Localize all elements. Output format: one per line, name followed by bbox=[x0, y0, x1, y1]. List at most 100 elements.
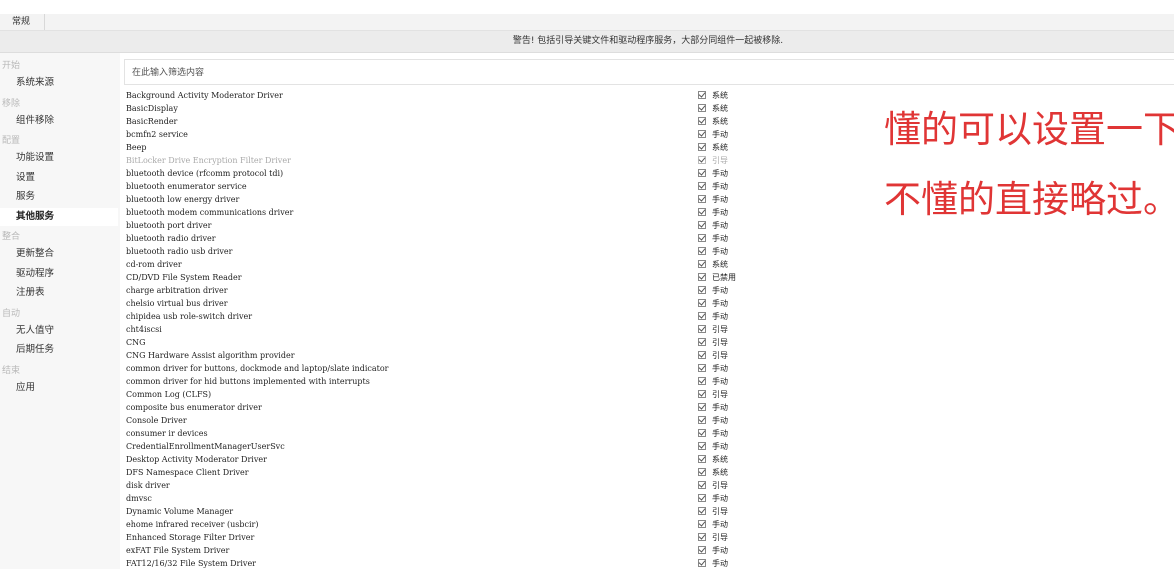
checkbox-checked-icon[interactable] bbox=[698, 442, 706, 450]
service-row[interactable]: Enhanced Storage Filter Driver 引导 bbox=[124, 531, 764, 544]
service-status[interactable]: 手动 bbox=[698, 245, 728, 258]
service-status[interactable]: 手动 bbox=[698, 206, 728, 219]
service-row[interactable]: exFAT File System Driver 手动 bbox=[124, 544, 764, 557]
sidebar-item[interactable]: 设置 bbox=[0, 169, 118, 187]
service-row[interactable]: bluetooth port driver 手动 bbox=[124, 219, 764, 232]
service-status[interactable]: 手动 bbox=[698, 375, 728, 388]
service-row[interactable]: bcmfn2 service 手动 bbox=[124, 128, 764, 141]
checkbox-checked-icon[interactable] bbox=[698, 546, 706, 554]
service-status[interactable]: 系统 bbox=[698, 102, 728, 115]
service-status[interactable]: 手动 bbox=[698, 557, 728, 570]
service-row[interactable]: bluetooth enumerator service 手动 bbox=[124, 180, 764, 193]
checkbox-checked-icon[interactable] bbox=[698, 247, 706, 255]
sidebar-item[interactable]: 更新整合 bbox=[0, 245, 118, 263]
tab-general[interactable]: 常规 bbox=[0, 14, 46, 30]
service-row[interactable]: DFS Namespace Client Driver 系统 bbox=[124, 466, 764, 479]
checkbox-checked-icon[interactable] bbox=[698, 377, 706, 385]
checkbox-checked-icon[interactable] bbox=[698, 221, 706, 229]
service-status[interactable]: 引导 bbox=[698, 323, 728, 336]
service-row[interactable]: chipidea usb role-switch driver 手动 bbox=[124, 310, 764, 323]
checkbox-checked-icon[interactable] bbox=[698, 143, 706, 151]
service-row[interactable]: CNG Hardware Assist algorithm provider 引导 bbox=[124, 349, 764, 362]
service-status[interactable]: 手动 bbox=[698, 219, 728, 232]
checkbox-checked-icon[interactable] bbox=[698, 533, 706, 541]
service-status[interactable]: 手动 bbox=[698, 427, 728, 440]
service-status[interactable]: 手动 bbox=[698, 232, 728, 245]
sidebar-item[interactable]: 其他服务 bbox=[0, 207, 118, 226]
service-status[interactable]: 手动 bbox=[698, 297, 728, 310]
checkbox-checked-icon[interactable] bbox=[698, 312, 706, 320]
service-row[interactable]: CNG 引导 bbox=[124, 336, 764, 349]
checkbox-checked-icon[interactable] bbox=[698, 559, 706, 567]
service-row[interactable]: dmvsc 手动 bbox=[124, 492, 764, 505]
checkbox-checked-icon[interactable] bbox=[698, 403, 706, 411]
checkbox-checked-icon[interactable] bbox=[698, 130, 706, 138]
service-status[interactable]: 引导 bbox=[698, 479, 728, 492]
service-status[interactable]: 引导 bbox=[698, 154, 728, 167]
service-row[interactable]: bluetooth radio usb driver 手动 bbox=[124, 245, 764, 258]
sidebar-item[interactable]: 驱动程序 bbox=[0, 265, 118, 283]
service-row[interactable]: bluetooth modem communications driver 手动 bbox=[124, 206, 764, 219]
service-status[interactable]: 手动 bbox=[698, 284, 728, 297]
service-row[interactable]: cd-rom driver 系统 bbox=[124, 258, 764, 271]
filter-box[interactable] bbox=[124, 59, 1174, 86]
filter-input[interactable] bbox=[130, 60, 734, 86]
checkbox-checked-icon[interactable] bbox=[698, 286, 706, 294]
service-row[interactable]: bluetooth radio driver 手动 bbox=[124, 232, 764, 245]
service-row[interactable]: BasicRender 系统 bbox=[124, 115, 764, 128]
service-status[interactable]: 系统 bbox=[698, 141, 728, 154]
service-status[interactable]: 系统 bbox=[698, 453, 728, 466]
checkbox-checked-icon[interactable] bbox=[698, 104, 706, 112]
checkbox-checked-icon[interactable] bbox=[698, 351, 706, 359]
service-row[interactable]: Beep 系统 bbox=[124, 141, 764, 154]
service-status[interactable]: 手动 bbox=[698, 440, 728, 453]
checkbox-checked-icon[interactable] bbox=[698, 364, 706, 372]
checkbox-checked-icon[interactable] bbox=[698, 429, 706, 437]
service-row[interactable]: disk driver 引导 bbox=[124, 479, 764, 492]
service-status[interactable]: 系统 bbox=[698, 115, 728, 128]
service-row[interactable]: charge arbitration driver 手动 bbox=[124, 284, 764, 297]
service-status[interactable]: 引导 bbox=[698, 505, 728, 518]
sidebar-item[interactable]: 后期任务 bbox=[0, 341, 118, 359]
service-status[interactable]: 已禁用 bbox=[698, 271, 736, 284]
service-status[interactable]: 引导 bbox=[698, 388, 728, 401]
sidebar-item[interactable]: 组件移除 bbox=[0, 112, 118, 130]
service-status[interactable]: 手动 bbox=[698, 310, 728, 323]
service-row[interactable]: Background Activity Moderator Driver 系统 bbox=[124, 89, 764, 102]
service-row[interactable]: composite bus enumerator driver 手动 bbox=[124, 401, 764, 414]
sidebar-item[interactable]: 服务 bbox=[0, 188, 118, 206]
service-status[interactable]: 手动 bbox=[698, 128, 728, 141]
service-row[interactable]: consumer ir devices 手动 bbox=[124, 427, 764, 440]
service-status[interactable]: 系统 bbox=[698, 89, 728, 102]
checkbox-checked-icon[interactable] bbox=[698, 260, 706, 268]
checkbox-checked-icon[interactable] bbox=[698, 156, 706, 164]
checkbox-checked-icon[interactable] bbox=[698, 299, 706, 307]
service-row[interactable]: CredentialEnrollmentManagerUserSvc 手动 bbox=[124, 440, 764, 453]
checkbox-checked-icon[interactable] bbox=[698, 91, 706, 99]
checkbox-checked-icon[interactable] bbox=[698, 416, 706, 424]
checkbox-checked-icon[interactable] bbox=[698, 338, 706, 346]
checkbox-checked-icon[interactable] bbox=[698, 390, 706, 398]
service-row[interactable]: ehome infrared receiver (usbcir) 手动 bbox=[124, 518, 764, 531]
service-row[interactable]: bluetooth low energy driver 手动 bbox=[124, 193, 764, 206]
checkbox-checked-icon[interactable] bbox=[698, 195, 706, 203]
service-row[interactable]: common driver for hid buttons implemente… bbox=[124, 375, 764, 388]
service-row[interactable]: chelsio virtual bus driver 手动 bbox=[124, 297, 764, 310]
sidebar-item[interactable]: 系统来源 bbox=[0, 74, 118, 92]
service-status[interactable]: 系统 bbox=[698, 258, 728, 271]
checkbox-checked-icon[interactable] bbox=[698, 325, 706, 333]
checkbox-checked-icon[interactable] bbox=[698, 468, 706, 476]
service-status[interactable]: 手动 bbox=[698, 167, 728, 180]
checkbox-checked-icon[interactable] bbox=[698, 455, 706, 463]
sidebar-item[interactable]: 无人值守 bbox=[0, 322, 118, 340]
service-status[interactable]: 手动 bbox=[698, 362, 728, 375]
service-row[interactable]: BasicDisplay 系统 bbox=[124, 102, 764, 115]
sidebar-item[interactable]: 应用 bbox=[0, 379, 118, 397]
sidebar-item[interactable]: 功能设置 bbox=[0, 149, 118, 167]
service-status[interactable]: 手动 bbox=[698, 518, 728, 531]
checkbox-checked-icon[interactable] bbox=[698, 234, 706, 242]
service-status[interactable]: 引导 bbox=[698, 531, 728, 544]
checkbox-checked-icon[interactable] bbox=[698, 208, 706, 216]
service-status[interactable]: 引导 bbox=[698, 349, 728, 362]
service-row[interactable]: BitLocker Drive Encryption Filter Driver… bbox=[124, 154, 764, 167]
